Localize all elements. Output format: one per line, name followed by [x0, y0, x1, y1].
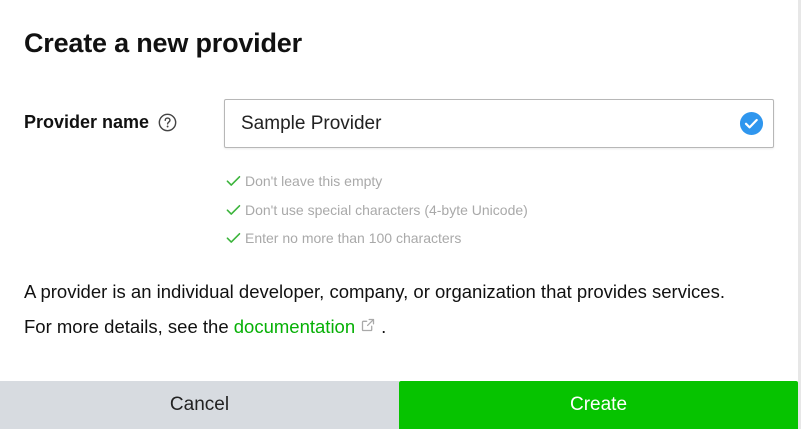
check-icon — [226, 233, 241, 244]
dialog-footer: Cancel Create — [0, 381, 798, 429]
provider-name-label: Provider name — [24, 112, 177, 133]
validation-rule: Enter no more than 100 characters — [226, 224, 528, 253]
validation-rule: Don't use special characters (4-byte Uni… — [226, 196, 528, 225]
validation-rules: Don't leave this empty Don't use special… — [226, 167, 528, 253]
create-provider-dialog: Create a new provider Provider name Don'… — [0, 0, 801, 429]
cancel-button[interactable]: Cancel — [0, 381, 399, 429]
validation-rule-text: Enter no more than 100 characters — [245, 230, 462, 247]
check-circle-icon — [739, 111, 764, 136]
provider-name-field[interactable] — [224, 99, 774, 148]
validation-rule-text: Don't leave this empty — [245, 173, 383, 190]
provider-description: A provider is an individual developer, c… — [24, 274, 744, 344]
question-circle-icon[interactable] — [158, 113, 177, 132]
validation-rule-text: Don't use special characters (4-byte Uni… — [245, 201, 528, 218]
provider-name-label-text: Provider name — [24, 112, 150, 132]
validation-rule: Don't leave this empty — [226, 167, 528, 196]
external-link-icon[interactable] — [361, 318, 375, 332]
dialog-title: Create a new provider — [24, 28, 302, 58]
check-icon — [226, 176, 241, 187]
description-period: . — [381, 316, 387, 337]
documentation-link[interactable]: documentation — [234, 316, 355, 337]
provider-name-input[interactable] — [225, 100, 725, 147]
check-icon — [226, 204, 241, 215]
create-button[interactable]: Create — [399, 381, 798, 429]
